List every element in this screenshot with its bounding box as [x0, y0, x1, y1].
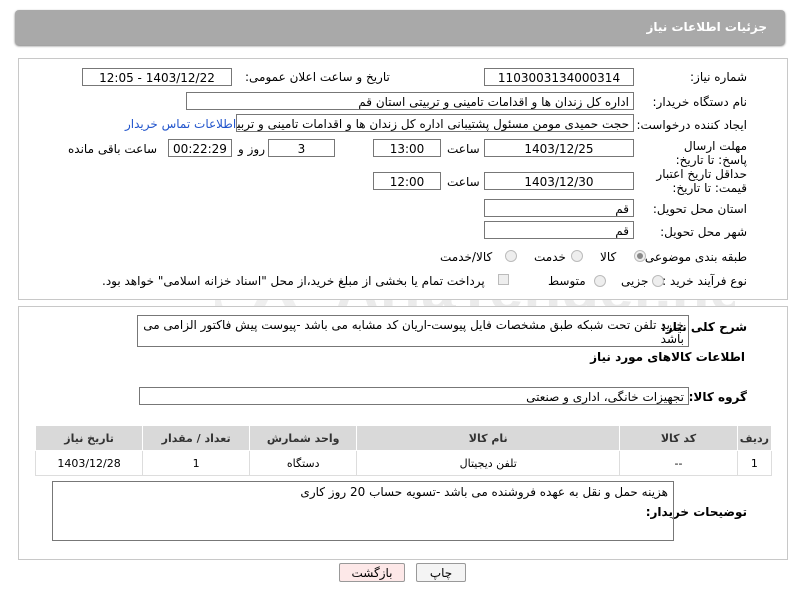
- goods-group-label: گروه کالا:: [688, 390, 747, 404]
- validity-time-field: 12:00: [373, 172, 441, 190]
- col-unit: واحد شمارش: [249, 425, 358, 451]
- table-row: 1 -- تلفن دیجیتال دستگاه 1 1403/12/28: [34, 450, 773, 476]
- province-label: استان محل تحویل:: [652, 202, 747, 216]
- col-qty: تعداد / مقدار: [142, 425, 251, 451]
- remaining-time-field: 00:22:29: [168, 139, 232, 157]
- description-field: خرید تلفن تحت شبکه طبق مشخصات فایل پیوست…: [137, 315, 689, 347]
- category-option-goods: کالا: [600, 250, 617, 264]
- city-field: قم: [484, 221, 634, 239]
- cell-name: تلفن دیجیتال: [356, 450, 621, 476]
- purchase-type-label: نوع فرآیند خرید :: [662, 274, 747, 288]
- cell-date: 1403/12/28: [34, 450, 144, 476]
- category-radio-service[interactable]: [571, 250, 583, 262]
- announce-field: 1403/12/22 - 12:05: [82, 68, 232, 86]
- cell-row: 1: [736, 450, 773, 476]
- validity-time-label: ساعت: [447, 175, 480, 189]
- goods-table: ردیف کد کالا نام کالا واحد شمارش تعداد /…: [34, 425, 773, 476]
- goods-table-header: ردیف کد کالا نام کالا واحد شمارش تعداد /…: [34, 425, 773, 451]
- print-button[interactable]: چاپ: [416, 563, 466, 582]
- treasury-payment-checkbox[interactable]: [498, 274, 509, 285]
- reply-time-label: ساعت: [447, 142, 480, 156]
- creator-field: حجت حمیدی مومن مسئول پشتیبانی اداره کل ز…: [236, 114, 634, 132]
- category-label: طبقه بندی موضوعی:: [640, 250, 747, 264]
- col-code: کد کالا: [619, 425, 738, 451]
- cell-qty: 1: [142, 450, 251, 476]
- need-number-label: شماره نیاز:: [690, 70, 747, 84]
- goods-section-title: اطلاعات کالاهای مورد نیاز: [590, 350, 745, 364]
- goods-group-field: تجهیزات خانگی، اداری و صنعتی: [139, 387, 689, 405]
- category-option-service: خدمت: [534, 250, 566, 264]
- need-number-field: 1103003134000314: [484, 68, 634, 86]
- back-button[interactable]: بازگشت: [339, 563, 405, 582]
- reply-deadline-label: مهلت ارسال پاسخ: تا تاریخ:: [675, 139, 747, 167]
- col-date: تاریخ نیاز: [34, 425, 144, 451]
- days-label: روز و: [238, 142, 265, 156]
- province-field: قم: [484, 199, 634, 217]
- validity-date-field: 1403/12/30: [484, 172, 634, 190]
- col-row: ردیف: [736, 425, 773, 451]
- validity-label: حداقل تاریخ اعتبار قیمت: تا تاریخ:: [656, 167, 747, 195]
- cell-unit: دستگاه: [249, 450, 358, 476]
- purchase-radio-medium[interactable]: [594, 275, 606, 287]
- purchase-radio-minor[interactable]: [652, 275, 664, 287]
- buyer-contact-link[interactable]: اطلاعات تماس خریدار: [125, 117, 236, 131]
- treasury-payment-note: پرداخت تمام یا بخشی از مبلغ خرید،از محل …: [102, 274, 485, 288]
- days-field: 3: [268, 139, 335, 157]
- purchase-option-minor: جزیی: [621, 274, 649, 288]
- col-name: نام کالا: [356, 425, 621, 451]
- creator-label: ایجاد کننده درخواست:: [636, 118, 747, 132]
- buyer-notes-field: هزینه حمل و نقل به عهده فروشنده می باشد …: [52, 481, 674, 541]
- cell-code: --: [619, 450, 738, 476]
- reply-time-field: 13:00: [373, 139, 441, 157]
- page-title: جزئیات اطلاعات نیاز: [646, 20, 767, 34]
- category-radio-goods[interactable]: [634, 250, 646, 262]
- category-option-goods-service: کالا/خدمت: [440, 250, 493, 264]
- buyer-org-label: نام دستگاه خریدار:: [652, 95, 748, 109]
- page-root: AriaTender.neT جزئیات اطلاعات نیاز شماره…: [0, 0, 789, 598]
- reply-date-field: 1403/12/25: [484, 139, 634, 157]
- remaining-label: ساعت باقی مانده: [68, 142, 158, 156]
- purchase-option-medium: متوسط: [548, 274, 586, 288]
- category-radio-goods-service[interactable]: [505, 250, 517, 262]
- city-label: شهر محل تحویل:: [660, 225, 747, 239]
- page-header: جزئیات اطلاعات نیاز: [15, 10, 785, 45]
- buyer-org-field: اداره کل زندان ها و اقدامات تامینی و ترب…: [186, 92, 634, 110]
- announce-label: تاریخ و ساعت اعلان عمومی:: [245, 70, 390, 84]
